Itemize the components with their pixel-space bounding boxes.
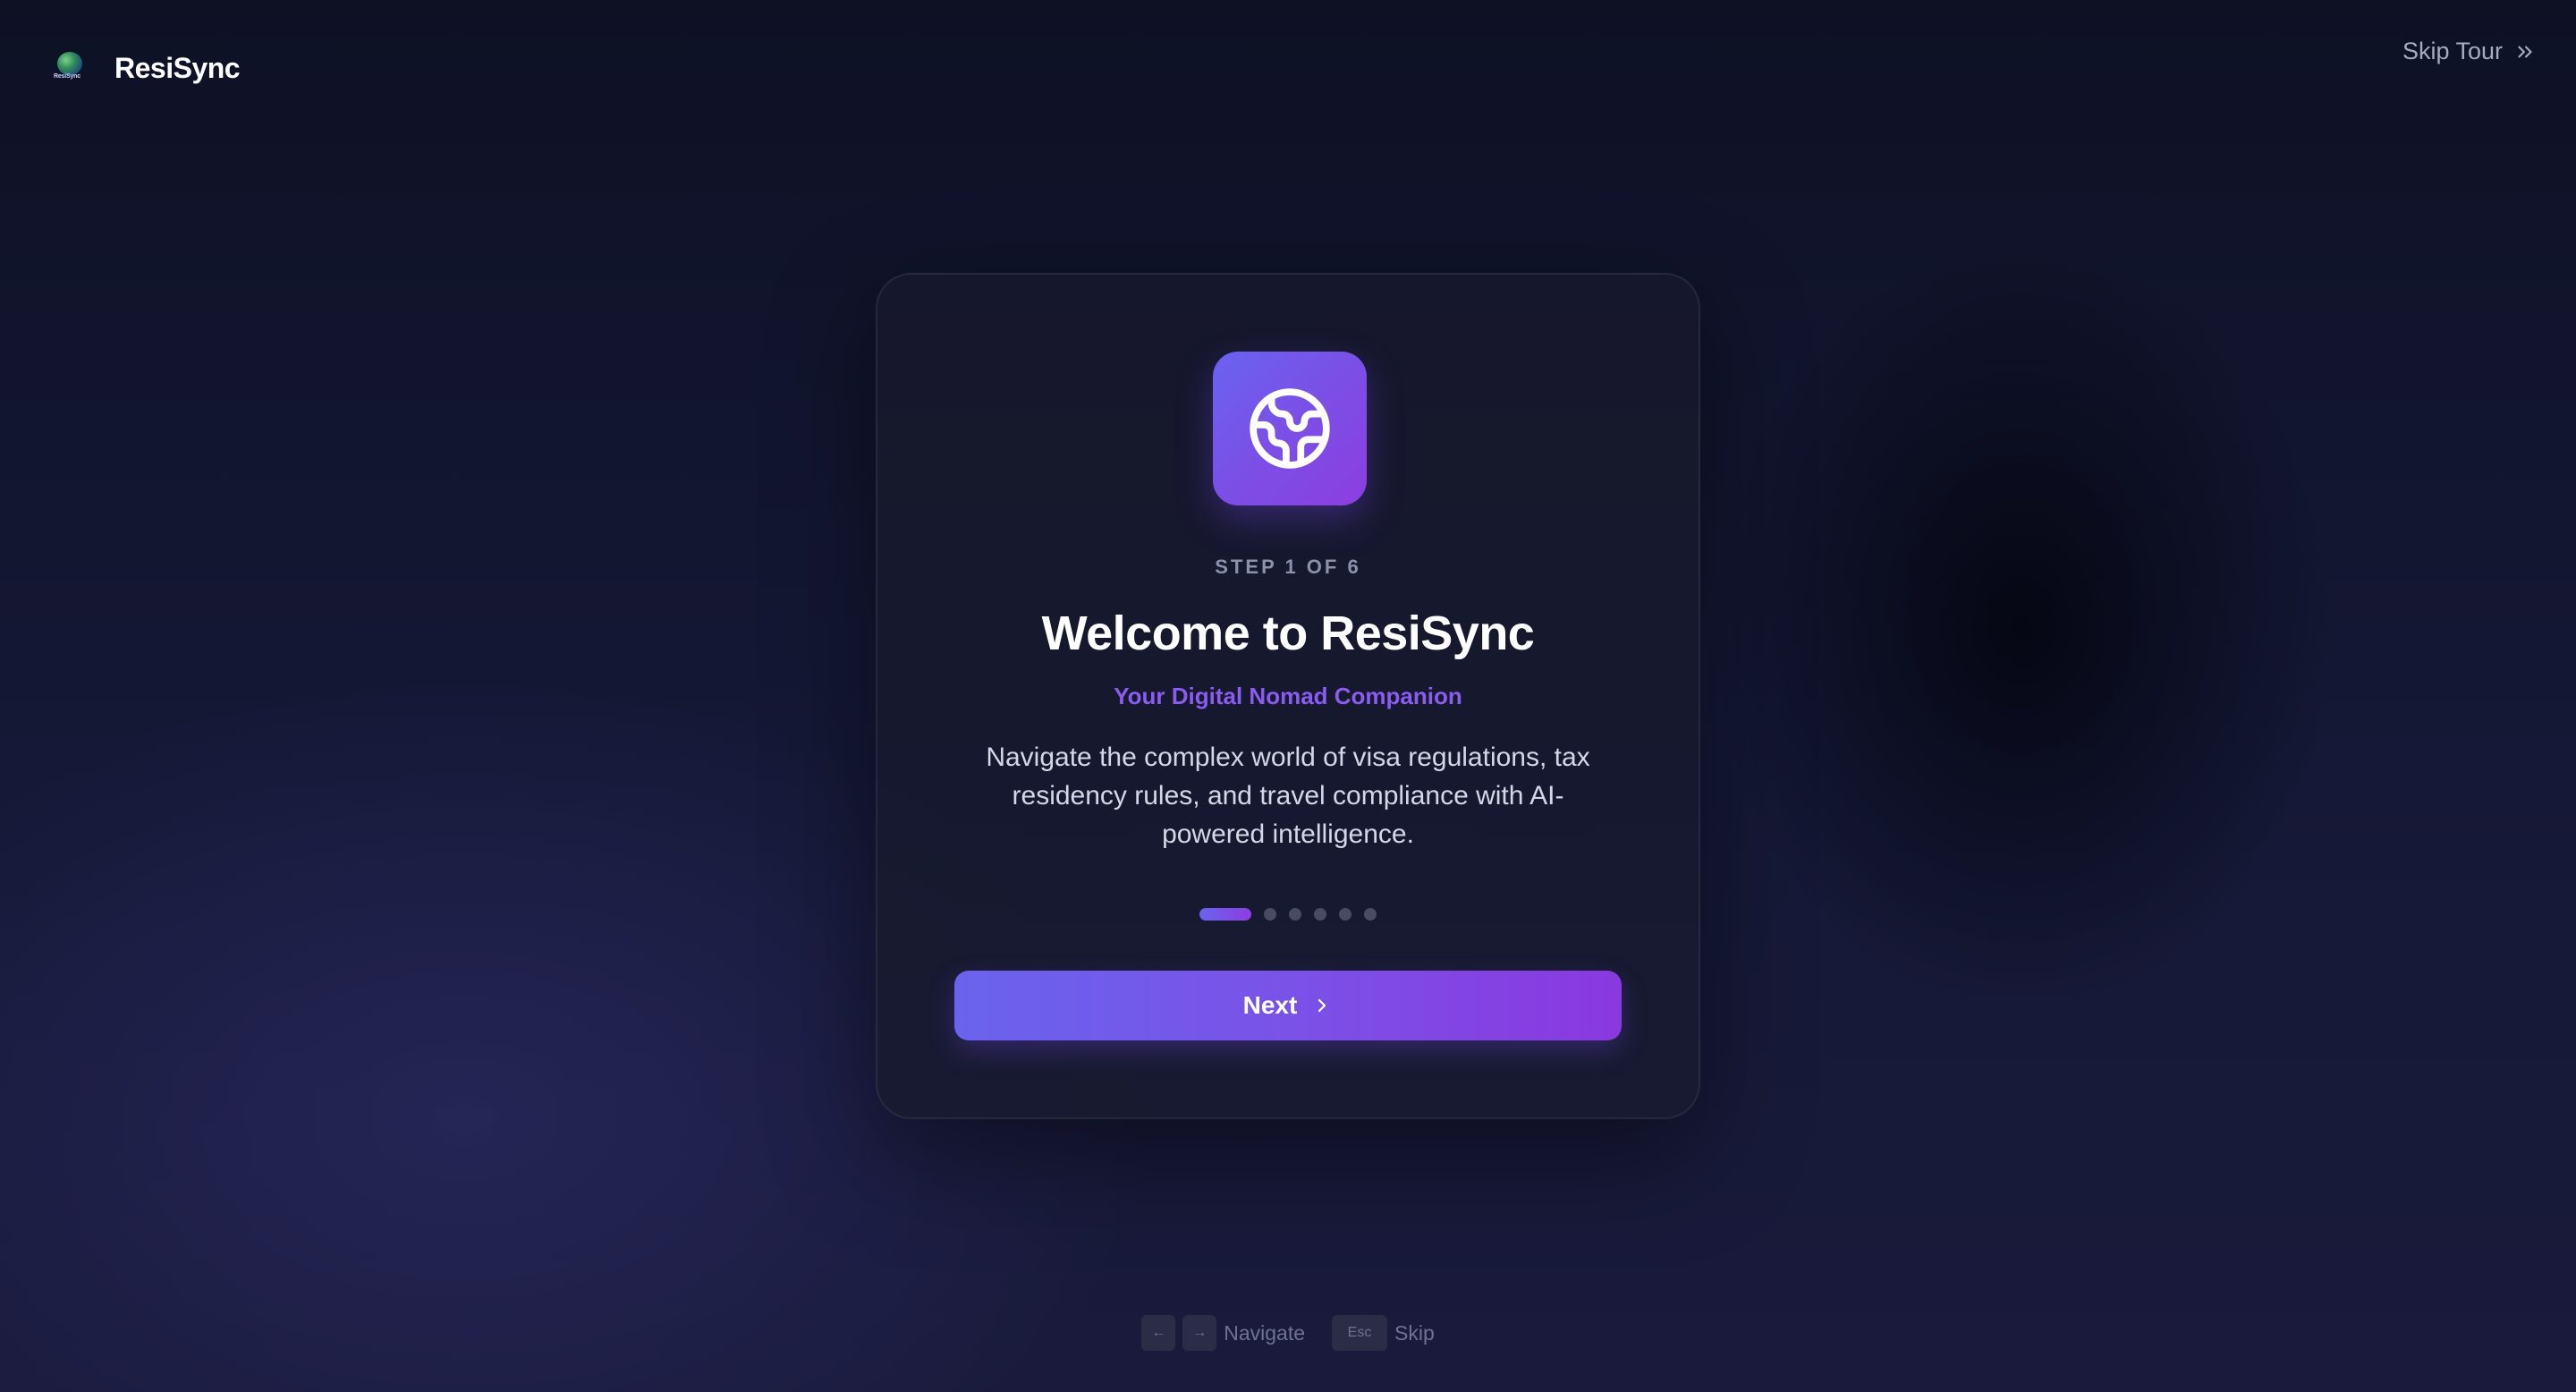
progress-dot-1[interactable]: [1199, 908, 1251, 921]
logo-globe-icon: [57, 52, 82, 75]
chevrons-right-icon: [2518, 46, 2532, 57]
progress-dot-3[interactable]: [1289, 908, 1301, 921]
skip-tour-label: Skip Tour: [2402, 38, 2503, 64]
arrow-left-key: ←: [1141, 1315, 1176, 1351]
step-icon-tile: [1213, 352, 1367, 505]
brand-name: ResiSync: [114, 51, 241, 84]
onboarding-card: STEP 1 OF 6 Welcome to ResiSync Your Dig…: [876, 273, 1700, 1119]
progress-dots: [877, 908, 1699, 921]
skip-hint-label: Skip: [1394, 1320, 1435, 1345]
keyboard-hints: ← → Navigate Esc Skip: [0, 1315, 2576, 1351]
chevron-right-icon: [1318, 998, 1326, 1013]
step-indicator: STEP 1 OF 6: [1215, 556, 1361, 578]
next-button[interactable]: Next: [954, 971, 1622, 1040]
progress-dot-6[interactable]: [1364, 908, 1377, 921]
skip-tour-button[interactable]: Skip Tour: [2402, 38, 2537, 65]
page-title: Welcome to ResiSync: [1041, 607, 1535, 660]
arrow-right-key: →: [1182, 1315, 1217, 1351]
progress-dot-5[interactable]: [1339, 908, 1352, 921]
navigate-hint-label: Navigate: [1224, 1320, 1306, 1345]
brand-logo[interactable]: ResiSync ResiSync: [50, 48, 241, 88]
step-description: Navigate the complex world of visa regul…: [986, 743, 1590, 849]
page-subtitle: Your Digital Nomad Companion: [1114, 683, 1462, 709]
globe-icon: [1250, 388, 1330, 469]
next-button-label: Next: [1242, 991, 1298, 1019]
logo-wordmark-small: ResiSync: [54, 73, 80, 80]
app-logo-icon: ResiSync: [50, 48, 89, 88]
progress-dot-2[interactable]: [1264, 908, 1276, 921]
esc-key: Esc: [1332, 1315, 1388, 1351]
progress-dot-4[interactable]: [1314, 908, 1326, 921]
